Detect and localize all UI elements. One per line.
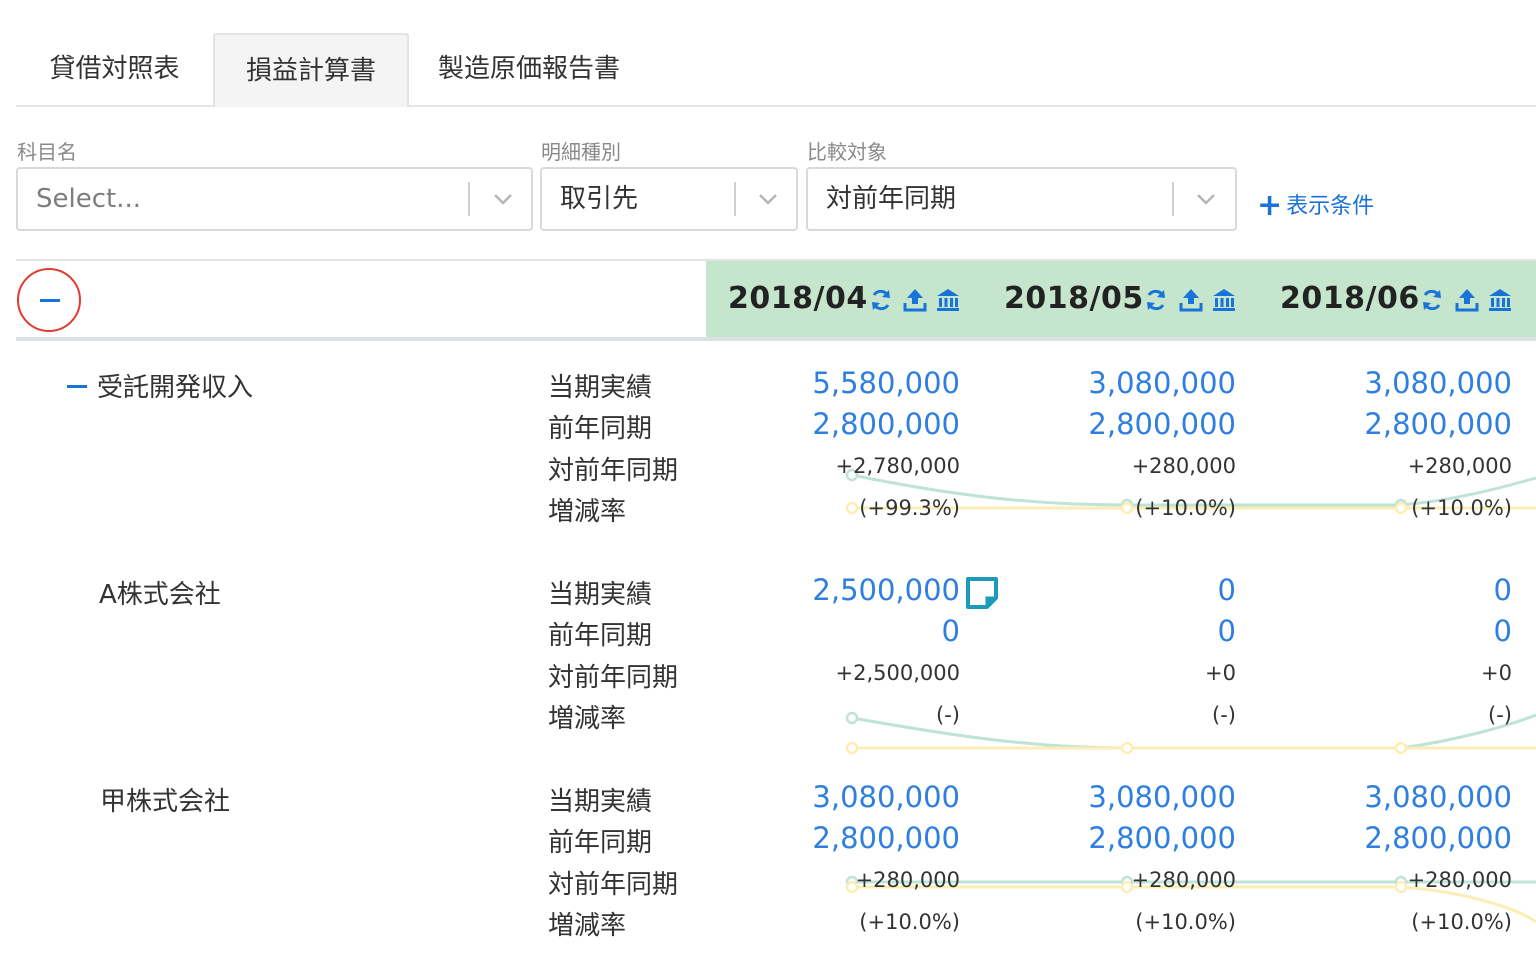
actual-value[interactable]: 3,080,000 xyxy=(1252,366,1512,400)
prior-value[interactable]: 0 xyxy=(976,614,1236,648)
table-header-border xyxy=(16,337,1536,341)
chevron-down-icon[interactable] xyxy=(1195,189,1217,209)
select-separator xyxy=(734,182,736,216)
change-rate-value: (+10.0%) xyxy=(1411,496,1512,520)
partner-name: 甲株式会社 xyxy=(100,787,231,817)
account-select[interactable]: Select... xyxy=(16,167,533,231)
yoy-diff-value: +280,000 xyxy=(1131,454,1236,478)
row-label-yoy: 対前年同期 xyxy=(548,870,679,900)
change-rate-value: (+10.0%) xyxy=(859,910,960,934)
yoy-diff-value: +280,000 xyxy=(855,868,960,892)
select-separator xyxy=(468,182,470,216)
upload-icon[interactable] xyxy=(1454,287,1480,313)
tab-manufacturing-cost-report[interactable]: 製造原価報告書 xyxy=(409,33,649,105)
bank-icon[interactable] xyxy=(1487,287,1513,313)
yoy-diff-value: +2,500,000 xyxy=(835,661,960,685)
change-rate-value: (+99.3%) xyxy=(859,496,960,520)
chevron-down-icon[interactable] xyxy=(492,189,514,209)
change-rate-value: (-) xyxy=(936,703,960,727)
row-label-rate: 増減率 xyxy=(548,497,627,527)
prior-value[interactable]: 0 xyxy=(700,614,960,648)
yoy-diff-value: +0 xyxy=(1205,661,1236,685)
yoy-diff-value: +280,000 xyxy=(1131,868,1236,892)
actual-value[interactable]: 5,580,000 xyxy=(700,366,960,400)
row-label-actual: 当期実績 xyxy=(548,580,653,610)
collapse-all-button[interactable] xyxy=(17,268,81,332)
row-label-yoy: 対前年同期 xyxy=(548,663,679,693)
refresh-icon[interactable] xyxy=(868,287,894,313)
yoy-diff-value: +2,780,000 xyxy=(835,454,960,478)
actual-value[interactable]: 3,080,000 xyxy=(976,366,1236,400)
row-label-rate: 増減率 xyxy=(548,911,627,941)
change-rate-value: (+10.0%) xyxy=(1135,910,1236,934)
actual-value[interactable]: 3,080,000 xyxy=(1252,780,1512,814)
upload-icon[interactable] xyxy=(902,287,928,313)
yoy-diff-value: +280,000 xyxy=(1407,454,1512,478)
partner-name: A株式会社 xyxy=(99,580,221,610)
change-rate-value: (-) xyxy=(1488,703,1512,727)
prior-value[interactable]: 2,800,000 xyxy=(976,821,1236,855)
row-label-actual: 当期実績 xyxy=(548,373,653,403)
compare-select[interactable]: 対前年同期 xyxy=(806,167,1237,231)
compare-select-value: 対前年同期 xyxy=(826,184,957,214)
account-select-placeholder: Select... xyxy=(36,184,142,214)
row-label-prior: 前年同期 xyxy=(548,621,653,651)
bank-icon[interactable] xyxy=(1211,287,1237,313)
actual-value[interactable]: 3,080,000 xyxy=(976,780,1236,814)
collapse-section-button[interactable] xyxy=(67,385,87,388)
minus-icon xyxy=(40,299,60,302)
change-rate-value: (-) xyxy=(1212,703,1236,727)
row-label-prior: 前年同期 xyxy=(548,828,653,858)
refresh-icon[interactable] xyxy=(1143,287,1169,313)
yoy-diff-value: +280,000 xyxy=(1407,868,1512,892)
tab-income-statement[interactable]: 損益計算書 xyxy=(213,33,409,107)
report-tabs: 貸借対照表 損益計算書 製造原価報告書 xyxy=(16,33,1536,107)
yoy-diff-value: +0 xyxy=(1481,661,1512,685)
actual-value[interactable]: 3,080,000 xyxy=(700,780,960,814)
detail-type-select[interactable]: 取引先 xyxy=(540,167,798,231)
detail-type-select-value: 取引先 xyxy=(560,184,639,214)
prior-value[interactable]: 0 xyxy=(1252,614,1512,648)
actual-value[interactable]: 2,500,000 xyxy=(700,573,960,607)
row-label-actual: 当期実績 xyxy=(548,787,653,817)
upload-icon[interactable] xyxy=(1178,287,1204,313)
detail-type-filter-label: 明細種別 xyxy=(541,140,621,164)
prior-value[interactable]: 2,800,000 xyxy=(976,407,1236,441)
prior-value[interactable]: 2,800,000 xyxy=(700,407,960,441)
change-rate-value: (+10.0%) xyxy=(1411,910,1512,934)
period-header-2018-05: 2018/05 xyxy=(1004,281,1144,316)
actual-value[interactable]: 0 xyxy=(1252,573,1512,607)
prior-value[interactable]: 2,800,000 xyxy=(1252,407,1512,441)
select-separator xyxy=(1172,182,1174,216)
row-label-yoy: 対前年同期 xyxy=(548,456,679,486)
actual-value[interactable]: 0 xyxy=(976,573,1236,607)
prior-value[interactable]: 2,800,000 xyxy=(1252,821,1512,855)
add-condition-label: 表示条件 xyxy=(1286,194,1375,219)
period-header-2018-06: 2018/06 xyxy=(1280,281,1420,316)
account-name: 受託開発収入 xyxy=(97,373,254,403)
account-filter-label: 科目名 xyxy=(17,140,77,164)
period-header-2018-04: 2018/04 xyxy=(728,281,868,316)
plus-icon: + xyxy=(1257,188,1283,223)
row-label-prior: 前年同期 xyxy=(548,414,653,444)
bank-icon[interactable] xyxy=(935,287,961,313)
chevron-down-icon[interactable] xyxy=(757,189,779,209)
compare-filter-label: 比較対象 xyxy=(807,140,887,164)
tab-balance-sheet[interactable]: 貸借対照表 xyxy=(16,33,213,105)
change-rate-value: (+10.0%) xyxy=(1135,496,1236,520)
add-display-condition-button[interactable]: + 表示条件 xyxy=(1257,188,1374,223)
row-label-rate: 増減率 xyxy=(548,704,627,734)
prior-value[interactable]: 2,800,000 xyxy=(700,821,960,855)
refresh-icon[interactable] xyxy=(1419,287,1445,313)
